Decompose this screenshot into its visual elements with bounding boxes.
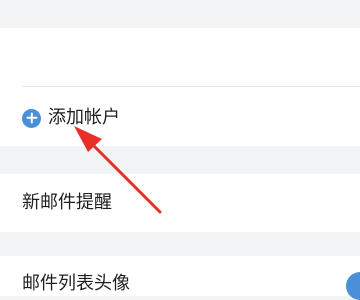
red-arrow-annotation [74,126,162,214]
